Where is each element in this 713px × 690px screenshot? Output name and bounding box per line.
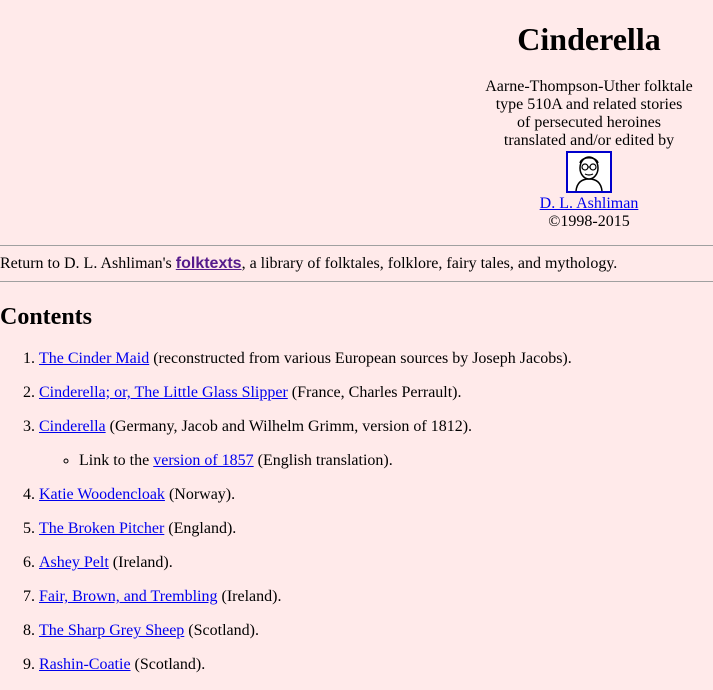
story-link[interactable]: The Sharp Grey Sheep	[39, 622, 184, 639]
contents-list: The Cinder Maid (reconstructed from vari…	[0, 350, 713, 690]
list-item: Rashin-Coatie (Scotland).	[39, 656, 713, 674]
story-link[interactable]: Cinderella	[39, 418, 106, 435]
story-link[interactable]: Katie Woodencloak	[39, 486, 165, 503]
author-link-row: D. L. Ashliman	[466, 195, 712, 213]
list-item: The Broken Pitcher (England).	[39, 520, 713, 538]
page-title: Cinderella	[517, 21, 661, 57]
copyright: ©1998-2015	[548, 213, 630, 230]
story-link[interactable]: Fair, Brown, and Trembling	[39, 588, 217, 605]
story-note: (Germany, Jacob and Wilhelm Grimm, versi…	[105, 418, 473, 435]
page-header: Cinderella Aarne-Thompson-Uther folktale…	[466, 20, 712, 231]
sub-list: Link to the version of 1857 (English tra…	[39, 452, 713, 470]
story-note: (France, Charles Perrault).	[287, 384, 462, 401]
list-item: Ashey Pelt (Ireland).	[39, 554, 713, 572]
story-note: (Ireland).	[108, 554, 173, 571]
subtitle-line: of persecuted heroines	[517, 114, 661, 131]
list-item: The Cinder Maid (reconstructed from vari…	[39, 350, 713, 368]
divider-bottom	[0, 281, 713, 282]
story-link[interactable]: The Cinder Maid	[39, 350, 149, 367]
story-note: (reconstructed from various European sou…	[149, 350, 572, 367]
return-line: Return to D. L. Ashliman's folktexts, a …	[0, 255, 713, 273]
list-item: Cinderella; or, The Little Glass Slipper…	[39, 384, 713, 402]
divider-top	[0, 245, 713, 246]
story-link[interactable]: Ashey Pelt	[39, 554, 109, 571]
subtitle-line: translated and/or edited by	[503, 132, 675, 149]
story-note: (Scotland).	[130, 656, 206, 673]
story-link[interactable]: Cinderella; or, The Little Glass Slipper	[39, 384, 288, 401]
story-link[interactable]: Rashin-Coatie	[39, 656, 131, 673]
author-link[interactable]: D. L. Ashliman	[540, 195, 639, 212]
story-note: (Scotland).	[184, 622, 259, 639]
version-1857-link[interactable]: version of 1857	[153, 452, 253, 469]
list-item: Katie Woodencloak (Norway).	[39, 486, 713, 504]
story-link[interactable]: The Broken Pitcher	[39, 520, 164, 537]
author-portrait-icon[interactable]	[566, 151, 612, 193]
story-note: (England).	[164, 520, 237, 537]
sub-list-item: Link to the version of 1857 (English tra…	[79, 452, 713, 470]
sub-suffix: (English translation).	[253, 452, 393, 469]
list-item: Cinderella (Germany, Jacob and Wilhelm G…	[39, 418, 713, 470]
contents-heading: Contents	[0, 304, 93, 330]
folktexts-link[interactable]: folktexts	[176, 255, 242, 272]
return-suffix: , a library of folktales, folklore, fair…	[241, 255, 618, 272]
subtitle-line: Aarne-Thompson-Uther folktale	[485, 78, 693, 95]
subtitle-line: type 510A and related stories	[495, 96, 683, 113]
return-prefix: Return to D. L. Ashliman's	[0, 255, 176, 272]
list-item: The Sharp Grey Sheep (Scotland).	[39, 622, 713, 640]
portrait-drawing	[575, 156, 603, 191]
sub-prefix: Link to the	[79, 452, 154, 469]
story-note: (Norway).	[164, 486, 236, 503]
list-item: Fair, Brown, and Trembling (Ireland).	[39, 588, 713, 606]
story-note: (Ireland).	[217, 588, 282, 605]
